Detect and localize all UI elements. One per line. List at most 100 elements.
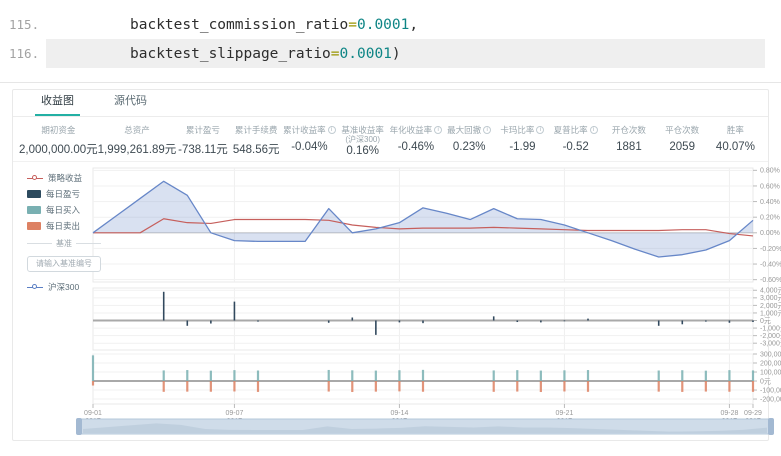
code-token: backtest_slippage_ratio <box>130 46 331 62</box>
y-axis-label: -0.20% <box>760 246 781 253</box>
code-editor[interactable]: 115.backtest_commission_ratio=0.0001,116… <box>0 0 781 82</box>
benchmark-code-input[interactable]: 请输入基准编号 <box>27 256 101 272</box>
tab-源代码[interactable]: 源代码 <box>108 86 153 116</box>
metric-胜率: 胜率40.07% <box>709 121 762 153</box>
info-icon[interactable]: i <box>536 126 544 134</box>
y-axis-label: -2,000元 <box>760 332 781 340</box>
metric-年化收益率: 年化收益率i -0.46% <box>389 121 442 153</box>
datazoom-right-handle[interactable] <box>768 418 774 435</box>
metric-label: 年化收益率i <box>389 125 442 135</box>
metric-label: 累计手续费 <box>230 125 283 135</box>
metric-期初资金: 期初资金 2,000,000.00元 <box>19 121 98 157</box>
metric-总资产: 总资产1,999,261.89元 <box>98 121 177 157</box>
metric-value: 0.16% <box>336 145 389 157</box>
legend-item-每日卖出[interactable]: 每日卖出 <box>27 218 101 234</box>
metric-label: 平仓次数 <box>656 125 709 135</box>
y-axis-label: 4,000元 <box>760 287 781 295</box>
y-axis-label: 2,000元 <box>760 302 781 310</box>
backtest-charts[interactable]: 0.80% 0.60% 0.40% 0.20% 0.00% -0.20% -0.40% -0.… <box>13 162 781 440</box>
legend-item-每日盈亏[interactable]: 每日盈亏 <box>27 186 101 202</box>
legend-label: 每日卖出 <box>46 220 80 232</box>
result-tabs: 收益图源代码 <box>13 90 768 117</box>
y-axis-label: 0元 <box>760 377 771 385</box>
cell-divider <box>0 82 781 83</box>
backtest-result-panel: 收益图源代码 期初资金 2,000,000.00元总资产1,999,261.89元… <box>12 89 769 441</box>
chart-region: 策略收益每日盈亏每日买入每日卖出基准请输入基准编号沪深300 0.80%0.60… <box>13 162 768 440</box>
y-axis-label: 0元 <box>760 317 771 325</box>
metric-夏普比率: 夏普比率i-0.52 <box>549 121 602 153</box>
y-axis-label: 0.40% <box>760 199 780 206</box>
y-axis-label: -1,000元 <box>760 324 781 332</box>
chart-legend: 策略收益每日盈亏每日买入每日卖出基准请输入基准编号沪深300 <box>27 170 101 295</box>
metric-value: 2059 <box>656 141 709 153</box>
metric-label: 最大回撤i <box>443 125 496 135</box>
y-axis-label: -200,000元 <box>760 395 781 403</box>
metric-基准收益率: 基准收益率(沪深300)0.16% <box>336 121 389 157</box>
datazoom-left-handle[interactable] <box>76 418 82 435</box>
code-gap <box>0 68 781 82</box>
metric-value: 2,000,000.00元 <box>19 141 98 157</box>
y-axis-label: 3,000元 <box>760 294 781 302</box>
metric-value: 1881 <box>602 141 655 153</box>
square-marker-icon <box>27 206 41 214</box>
metric-最大回撤: 最大回撤i 0.23% <box>443 121 496 153</box>
info-icon[interactable]: i <box>328 126 336 134</box>
metric-label: 开仓次数 <box>602 125 655 135</box>
grid-border <box>93 288 753 350</box>
metric-卡玛比率: 卡玛比率i-1.99 <box>496 121 549 153</box>
code-token: = <box>331 46 340 62</box>
metric-value: -0.04% <box>283 141 336 153</box>
y-axis-label: -3,000元 <box>760 340 781 348</box>
line-marker-icon <box>27 174 43 182</box>
y-axis-label: 200,000元 <box>760 359 781 367</box>
metric-value: 548.56元 <box>230 141 283 157</box>
metric-label: 累计收益率i <box>283 125 336 135</box>
y-axis-label: -100,000元 <box>760 386 781 394</box>
info-icon[interactable]: i <box>483 126 491 134</box>
y-axis-label: 300,000元 <box>760 350 781 358</box>
metric-value: -0.46% <box>389 141 442 153</box>
code-line-content[interactable]: backtest_commission_ratio=0.0001, <box>46 10 765 39</box>
metric-累计盈亏: 累计盈亏 -738.11元 <box>176 121 229 157</box>
metric-label: 基准收益率 <box>336 125 389 135</box>
y-axis-label: 0.20% <box>760 215 780 222</box>
info-icon[interactable]: i <box>434 126 442 134</box>
line-number: 115. <box>0 10 46 39</box>
y-axis-label: 100,000元 <box>760 368 781 376</box>
legend-item-策略收益[interactable]: 策略收益 <box>27 170 101 186</box>
code-line[interactable]: 116.backtest_slippage_ratio=0.0001) <box>0 39 781 68</box>
code-line-content[interactable]: backtest_slippage_ratio=0.0001) <box>46 39 765 68</box>
metric-value: -1.99 <box>496 141 549 153</box>
legend-label: 每日盈亏 <box>46 188 80 200</box>
code-token: , <box>409 17 418 33</box>
line-number: 116. <box>0 39 46 68</box>
code-token: = <box>348 17 357 33</box>
metric-label: 期初资金 <box>19 125 98 135</box>
y-axis-label: 0.80% <box>760 168 780 175</box>
benchmark-area <box>93 181 753 257</box>
metric-value: -738.11元 <box>176 141 229 157</box>
metric-label: 累计盈亏 <box>176 125 229 135</box>
metric-开仓次数: 开仓次数 1881 <box>602 121 655 153</box>
y-axis-label: 0.60% <box>760 183 780 190</box>
tab-收益图[interactable]: 收益图 <box>35 86 80 116</box>
y-axis-label: -0.40% <box>760 261 781 268</box>
legend-label: 沪深300 <box>48 281 79 293</box>
legend-item-每日买入[interactable]: 每日买入 <box>27 202 101 218</box>
code-line[interactable]: 115.backtest_commission_ratio=0.0001, <box>0 10 781 39</box>
code-token: 0.0001 <box>357 17 409 33</box>
benchmark-divider: 基准 <box>27 236 101 250</box>
line-marker-icon <box>27 283 43 291</box>
metric-value: 0.23% <box>443 141 496 153</box>
metric-value: 40.07% <box>709 141 762 153</box>
y-axis-label: 0.00% <box>760 230 780 237</box>
y-axis-label: -0.60% <box>760 277 781 284</box>
info-icon[interactable]: i <box>590 126 598 134</box>
square-marker-icon <box>27 222 41 230</box>
code-token: backtest_commission_ratio <box>130 17 348 33</box>
y-axis-label: 1,000元 <box>760 309 781 317</box>
metric-value: -0.52 <box>549 141 602 153</box>
metrics-row: 期初资金 2,000,000.00元总资产1,999,261.89元累计盈亏 -73… <box>13 117 768 162</box>
legend-item-沪深300[interactable]: 沪深300 <box>27 279 101 295</box>
metric-累计手续费: 累计手续费 548.56元 <box>230 121 283 157</box>
